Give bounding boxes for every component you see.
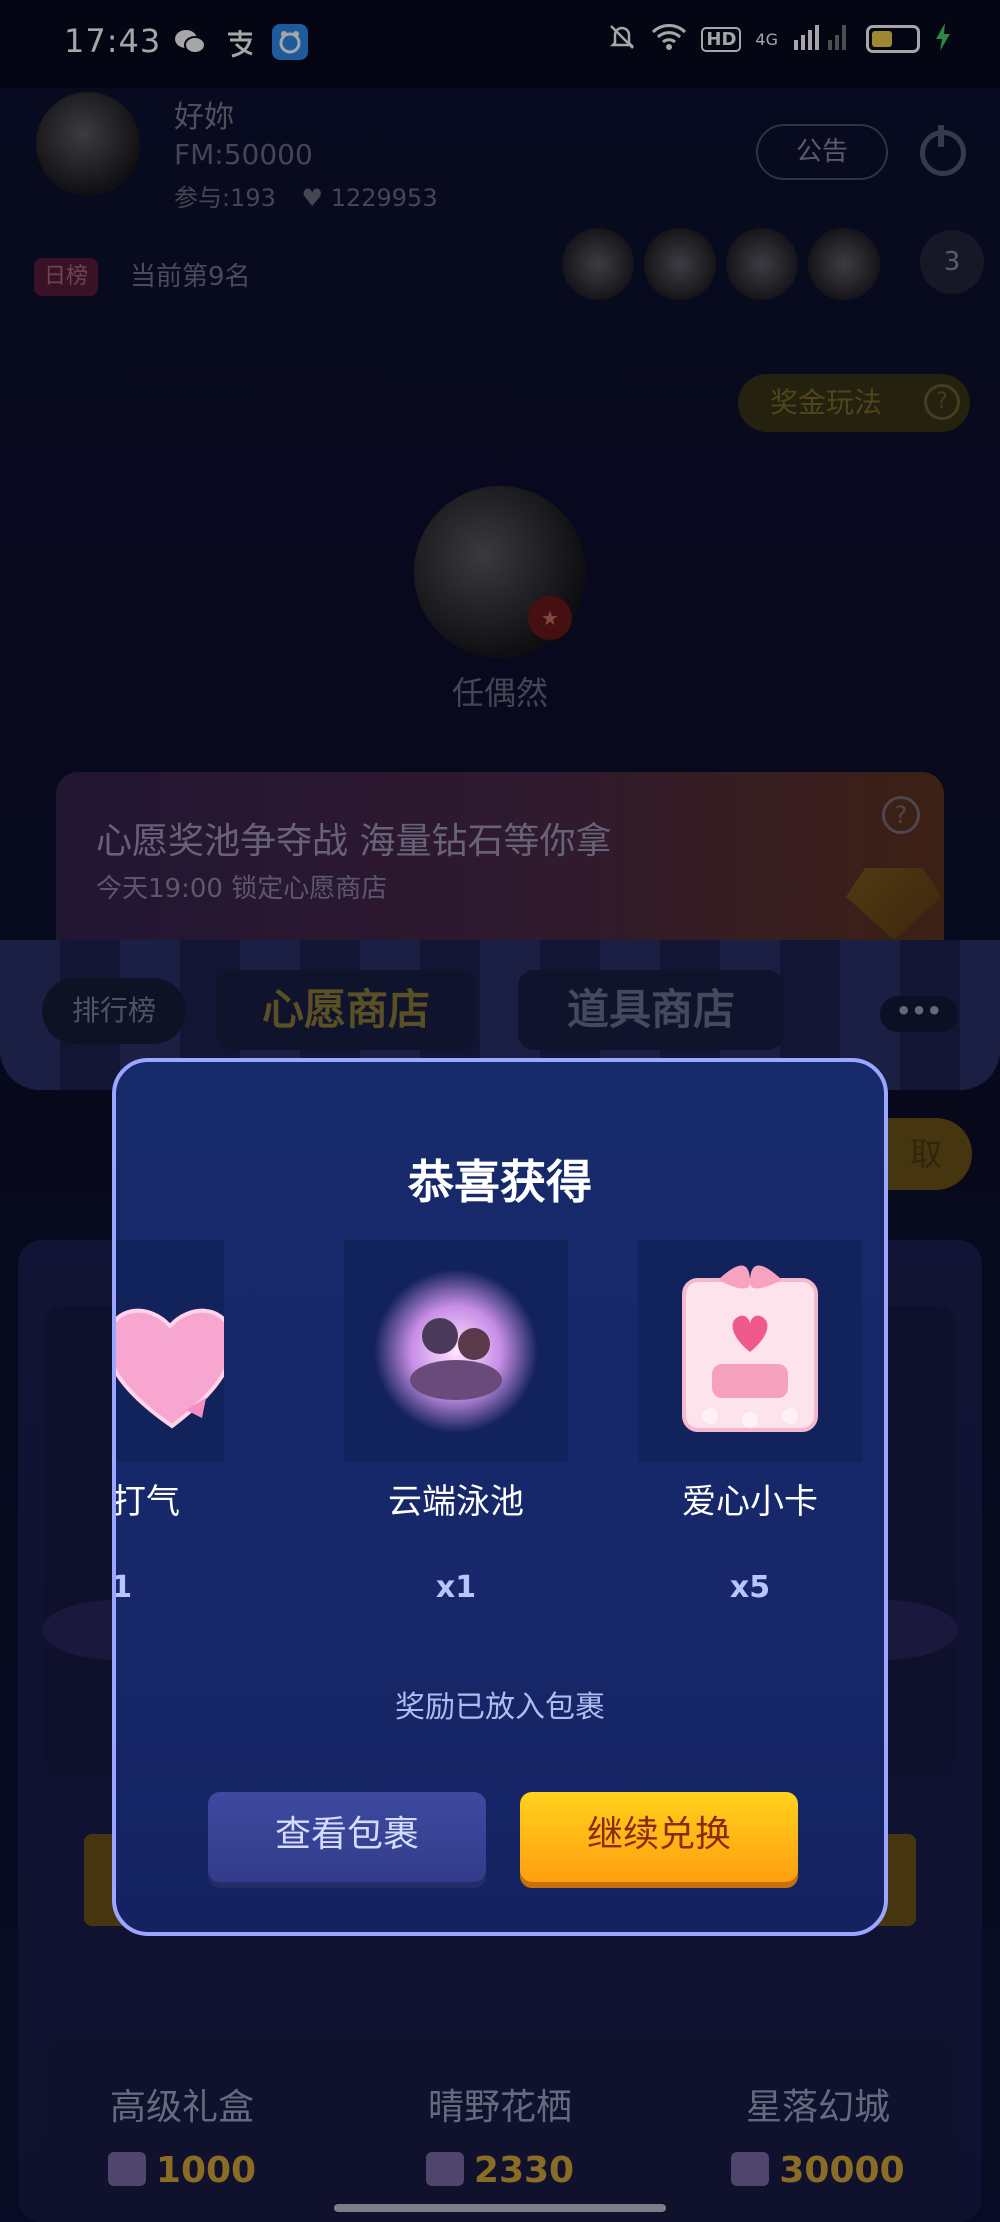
reward-dialog: 恭喜获得 心爱打气 x1 [112,1058,888,1936]
dialog-title: 恭喜获得 [408,1155,592,1209]
reward-item: 爱心小卡 x5 [638,1240,862,1605]
reward-name: 爱心小卡 [682,1482,818,1522]
continue-exchange-button[interactable]: 继续兑换 [520,1792,798,1882]
reward-carousel[interactable]: 心爱打气 x1 云端泳池 x1 [116,1240,884,1605]
reward-name: 云端泳池 [388,1482,524,1522]
reward-qty: x1 [112,1570,133,1605]
reward-item: 心爱打气 x1 [116,1240,235,1605]
reward-qty: x1 [435,1570,477,1605]
reward-name: 心爱打气 [112,1482,180,1522]
love-card-icon [638,1240,862,1462]
app-screen: 17:43 HD 4G 好妳 FM:50000 参与:193 ♥ 1229953… [0,0,1000,2222]
heart-balloon-icon [116,1240,235,1462]
cloud-pool-icon [344,1240,568,1462]
view-bag-button[interactable]: 查看包裹 [208,1792,486,1882]
reward-item: 云端泳池 x1 [344,1240,568,1605]
reward-qty: x5 [729,1570,771,1605]
reward-note: 奖励已放入包裹 [395,1690,605,1725]
